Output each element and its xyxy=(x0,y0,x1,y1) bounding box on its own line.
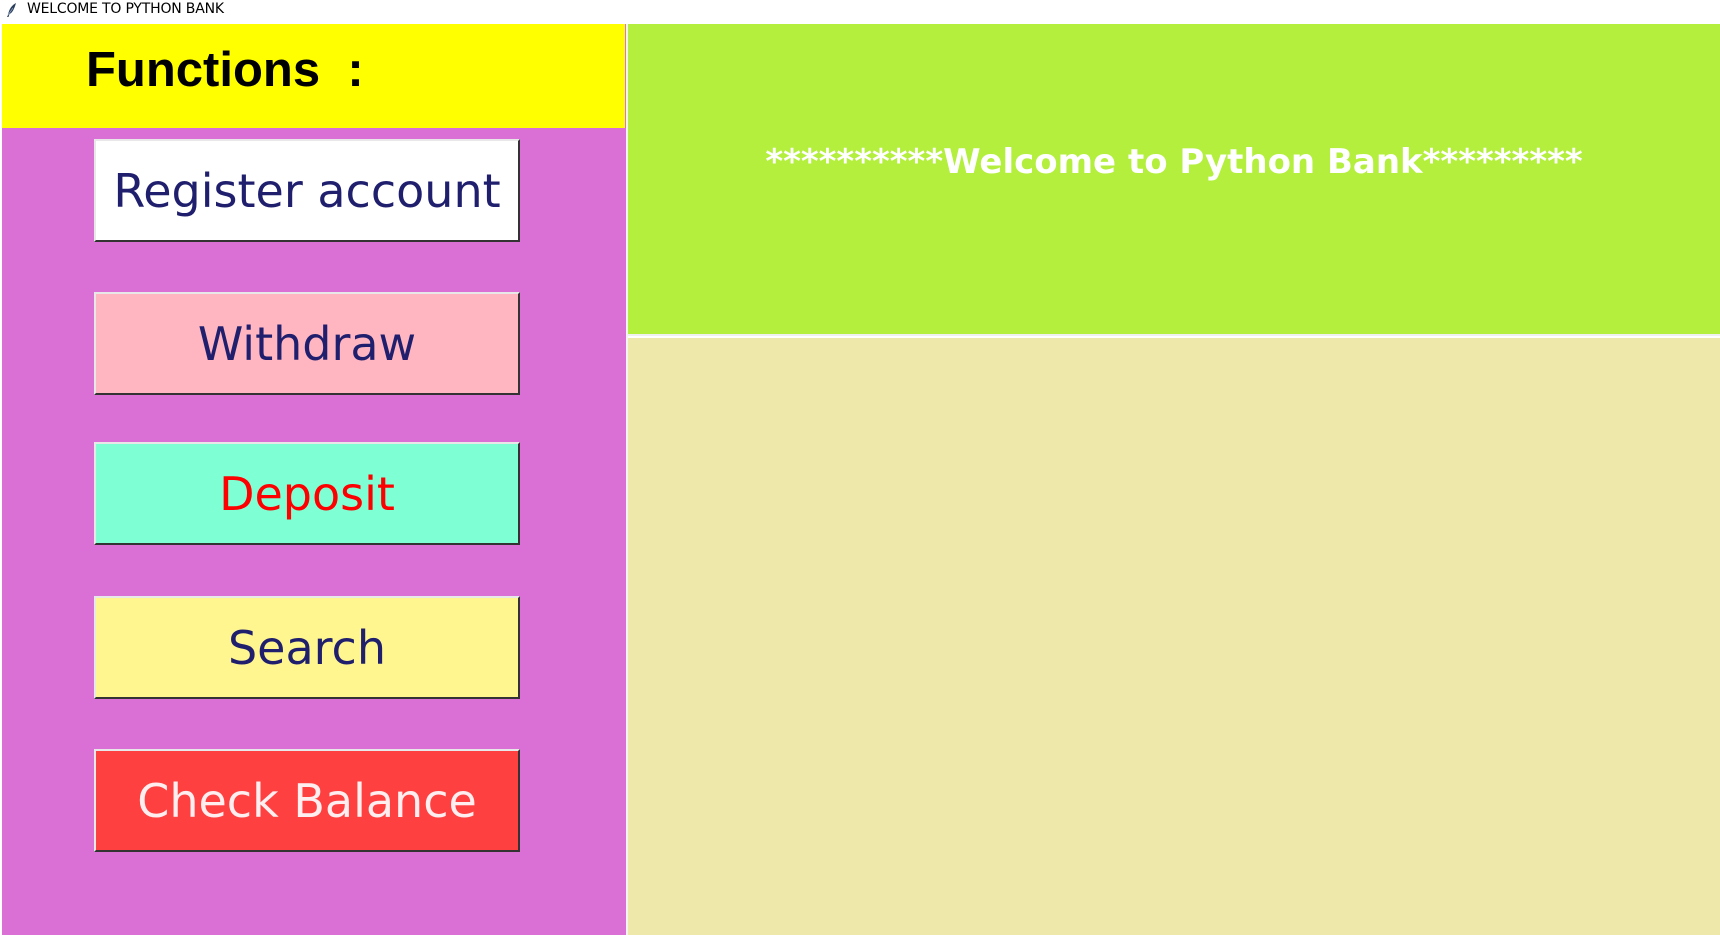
functions-heading: Functions : xyxy=(86,43,364,97)
functions-header: Functions : xyxy=(2,24,625,128)
welcome-banner: **********Welcome to Python Bank********… xyxy=(628,24,1720,336)
deposit-button[interactable]: Deposit xyxy=(94,442,520,545)
register-account-button[interactable]: Register account xyxy=(94,139,520,242)
withdraw-label: Withdraw xyxy=(197,316,417,371)
register-account-label: Register account xyxy=(113,163,501,218)
welcome-message: **********Welcome to Python Bank********… xyxy=(765,142,1583,182)
deposit-label: Deposit xyxy=(219,466,395,521)
withdraw-button[interactable]: Withdraw xyxy=(94,292,520,395)
check-balance-button[interactable]: Check Balance xyxy=(94,749,520,852)
search-button[interactable]: Search xyxy=(94,596,520,699)
functions-sidebar: Functions : Register account Withdraw De… xyxy=(2,24,627,935)
content-area xyxy=(628,338,1720,935)
window-titlebar: WELCOME TO PYTHON BANK xyxy=(0,0,1720,24)
window-title: WELCOME TO PYTHON BANK xyxy=(27,1,224,17)
feather-icon xyxy=(5,2,19,17)
search-label: Search xyxy=(227,620,387,675)
check-balance-label: Check Balance xyxy=(137,773,477,828)
